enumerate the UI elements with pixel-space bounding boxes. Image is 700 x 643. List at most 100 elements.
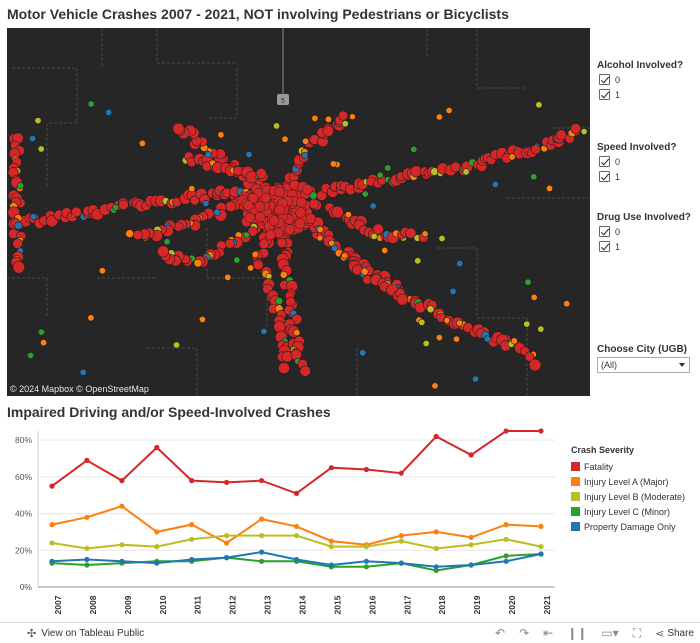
view-on-tableau-link[interactable]: ✣ View on Tableau Public	[27, 627, 144, 640]
crash-point	[294, 218, 306, 230]
checkbox-icon[interactable]	[599, 226, 610, 237]
x-tick-label: 2019	[472, 595, 482, 614]
x-tick-label: 2013	[263, 595, 273, 614]
data-point	[84, 514, 90, 520]
crash-point	[279, 270, 288, 279]
data-point	[84, 562, 90, 568]
crash-point	[29, 135, 37, 143]
crash-map[interactable]: 5 © 2024 Mapbox © OpenStreetMap	[7, 28, 590, 396]
crash-point	[418, 318, 426, 326]
crash-point	[523, 320, 531, 328]
data-point	[538, 544, 544, 550]
crash-point	[40, 339, 48, 347]
legend-item-injury-b[interactable]: Injury Level B (Moderate)	[571, 489, 699, 504]
crash-point	[245, 151, 253, 159]
revert-icon[interactable]: ⇤	[543, 625, 553, 641]
data-point	[503, 522, 509, 528]
crash-point	[247, 264, 255, 272]
filter-alcohol: Alcohol Involved? 0 1	[597, 60, 697, 101]
redo-icon[interactable]: ↷	[519, 625, 529, 641]
share-button[interactable]: ⋖ Share	[655, 627, 694, 640]
x-tick-label: 2012	[228, 595, 238, 614]
crash-point	[435, 113, 443, 121]
crash-point	[225, 200, 237, 213]
crash-point	[456, 319, 464, 327]
x-tick-label: 2021	[542, 595, 552, 614]
y-tick-label: 80%	[15, 435, 32, 445]
crash-point	[254, 201, 266, 212]
map-attribution: © 2024 Mapbox © OpenStreetMap	[10, 384, 149, 394]
data-point	[49, 558, 55, 564]
crash-point	[508, 153, 516, 161]
undo-icon[interactable]: ↶	[495, 625, 505, 641]
crash-point	[296, 196, 307, 208]
y-tick-label: 40%	[15, 509, 32, 519]
crash-point	[34, 117, 42, 125]
download-icon[interactable]: ▭▾	[601, 625, 618, 641]
fullscreen-icon[interactable]: ⛶	[633, 625, 641, 641]
crash-point	[198, 315, 206, 323]
crash-point	[274, 204, 285, 216]
filter-alcohol-option-0[interactable]: 0	[597, 73, 697, 86]
crash-point	[272, 122, 280, 130]
crash-point	[138, 139, 146, 147]
data-point	[363, 564, 369, 570]
legend-item-injury-c[interactable]: Injury Level C (Minor)	[571, 504, 699, 519]
filter-drug-option-1[interactable]: 1	[597, 240, 697, 253]
legend-item-fatality[interactable]: Fatality	[571, 459, 699, 474]
crash-point	[293, 329, 301, 337]
city-select[interactable]: (All)	[597, 357, 690, 373]
data-point	[468, 534, 474, 540]
data-point	[49, 522, 55, 528]
data-point	[433, 433, 439, 440]
crash-point	[112, 204, 120, 211]
legend-item-pdo[interactable]: Property Damage Only	[571, 519, 699, 534]
filter-speed-option-1[interactable]: 1	[597, 170, 697, 183]
filter-alcohol-option-1[interactable]: 1	[597, 88, 697, 101]
map-boundary	[7, 277, 157, 318]
map-canvas[interactable]: 5	[7, 28, 590, 396]
crash-point	[431, 382, 439, 390]
crash-point	[545, 184, 553, 192]
crash-point	[384, 164, 392, 172]
crash-point	[125, 229, 134, 238]
city-select-value: (All)	[601, 360, 617, 370]
crash-point	[305, 213, 317, 224]
x-tick-label: 2008	[88, 595, 98, 614]
map-boundary	[147, 347, 358, 396]
crash-point	[396, 293, 409, 306]
checkbox-icon[interactable]	[599, 156, 610, 167]
option-label: 1	[615, 89, 621, 100]
checkbox-icon[interactable]	[599, 171, 610, 182]
filter-drug-title: Drug Use Involved?	[597, 212, 691, 223]
crash-point	[12, 261, 26, 274]
crash-point	[491, 180, 499, 188]
map-boundary	[156, 28, 237, 64]
x-tick-label: 2020	[507, 595, 517, 614]
legend-label: Fatality	[584, 461, 614, 472]
checkbox-icon[interactable]	[599, 74, 610, 85]
crash-point	[173, 341, 181, 349]
crash-point	[98, 267, 106, 275]
filter-speed-option-0[interactable]: 0	[597, 155, 697, 168]
filter-drug-option-0[interactable]: 0	[597, 225, 697, 238]
legend-item-injury-a[interactable]: Injury Level A (Major)	[571, 474, 699, 489]
crash-point	[341, 252, 349, 260]
crash-point	[79, 368, 87, 376]
checkbox-icon[interactable]	[599, 89, 610, 100]
checkbox-icon[interactable]	[599, 241, 610, 252]
crash-point	[275, 297, 283, 305]
data-point	[189, 522, 195, 528]
city-filter-label: Choose City (UGB)	[597, 344, 687, 355]
crash-point	[426, 305, 435, 314]
map-boundary	[12, 67, 78, 188]
crash-point	[537, 325, 545, 333]
share-label: Share	[667, 627, 694, 639]
crash-point	[118, 199, 129, 211]
data-point	[398, 538, 404, 544]
pause-icon[interactable]: ❙❙	[567, 625, 587, 641]
crash-point	[30, 213, 37, 221]
line-chart: 0% 20% 40% 60% 80% 2007 2008 2009 2010 2011 2012 20…	[0, 425, 565, 618]
crash-point	[14, 221, 23, 230]
crash-point	[524, 278, 532, 286]
